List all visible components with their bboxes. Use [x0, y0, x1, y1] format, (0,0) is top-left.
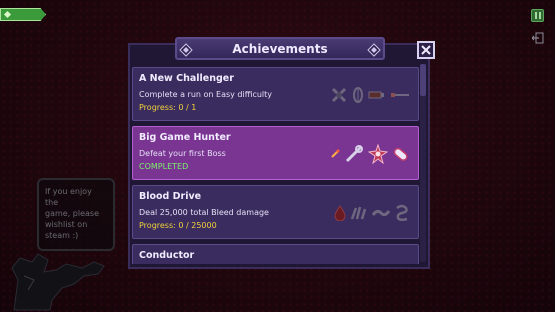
close-button[interactable]: [417, 41, 435, 59]
dagger-icon: [391, 93, 409, 97]
currency-badge: [0, 8, 46, 21]
blood-drop-icon: [334, 205, 346, 221]
achievement-card: Conductor: [132, 244, 419, 264]
reward-icons: [330, 85, 410, 105]
pause-button[interactable]: [531, 9, 544, 22]
leech-icon: [372, 209, 390, 217]
achievements-title: Achievements: [232, 41, 328, 56]
achievement-name: Conductor: [139, 250, 195, 261]
burst-weapon-icon: [368, 144, 388, 164]
exit-door-icon[interactable]: [532, 32, 544, 44]
achievement-name: A New Challenger: [139, 73, 234, 84]
serpent-icon: [396, 204, 408, 222]
crossed-bones-icon: [331, 87, 347, 103]
achievements-list[interactable]: A New Challenger Complete a run on Easy …: [132, 64, 419, 264]
tip-line: wishlist on: [45, 220, 88, 229]
achievement-name: Blood Drive: [139, 191, 202, 202]
spark-icon: [331, 149, 340, 158]
achievements-title-bar: Achievements: [175, 37, 385, 60]
shell-icon: [353, 87, 363, 103]
crossed-tools-icon: [345, 145, 363, 163]
achievement-card: A New Challenger Complete a run on Easy …: [132, 67, 419, 121]
tip-line: game, please: [45, 209, 99, 218]
character-silhouette: [11, 253, 105, 311]
diamond-ornament-icon: [367, 43, 381, 57]
diamond-ornament-icon: [179, 43, 193, 57]
pause-icon-bar-right: [538, 12, 541, 19]
gem-icon: [3, 10, 12, 19]
scrollbar-thumb[interactable]: [420, 64, 426, 96]
battery-icon: [368, 91, 384, 99]
achievement-name: Big Game Hunter: [139, 132, 231, 143]
pause-icon-bar-left: [534, 12, 537, 19]
reward-icons: [334, 203, 410, 223]
pill-icon: [393, 147, 408, 161]
list-scrollbar[interactable]: [420, 64, 426, 262]
achievement-card: Blood Drive Deal 25,000 total Bleed dama…: [132, 185, 419, 239]
claw-icon: [350, 206, 367, 220]
close-x-icon: [421, 45, 431, 55]
achievement-card: Big Game Hunter Defeat your first Boss C…: [132, 126, 419, 180]
tip-line: If you enjoy the: [45, 187, 92, 207]
reward-icons: [330, 144, 410, 164]
